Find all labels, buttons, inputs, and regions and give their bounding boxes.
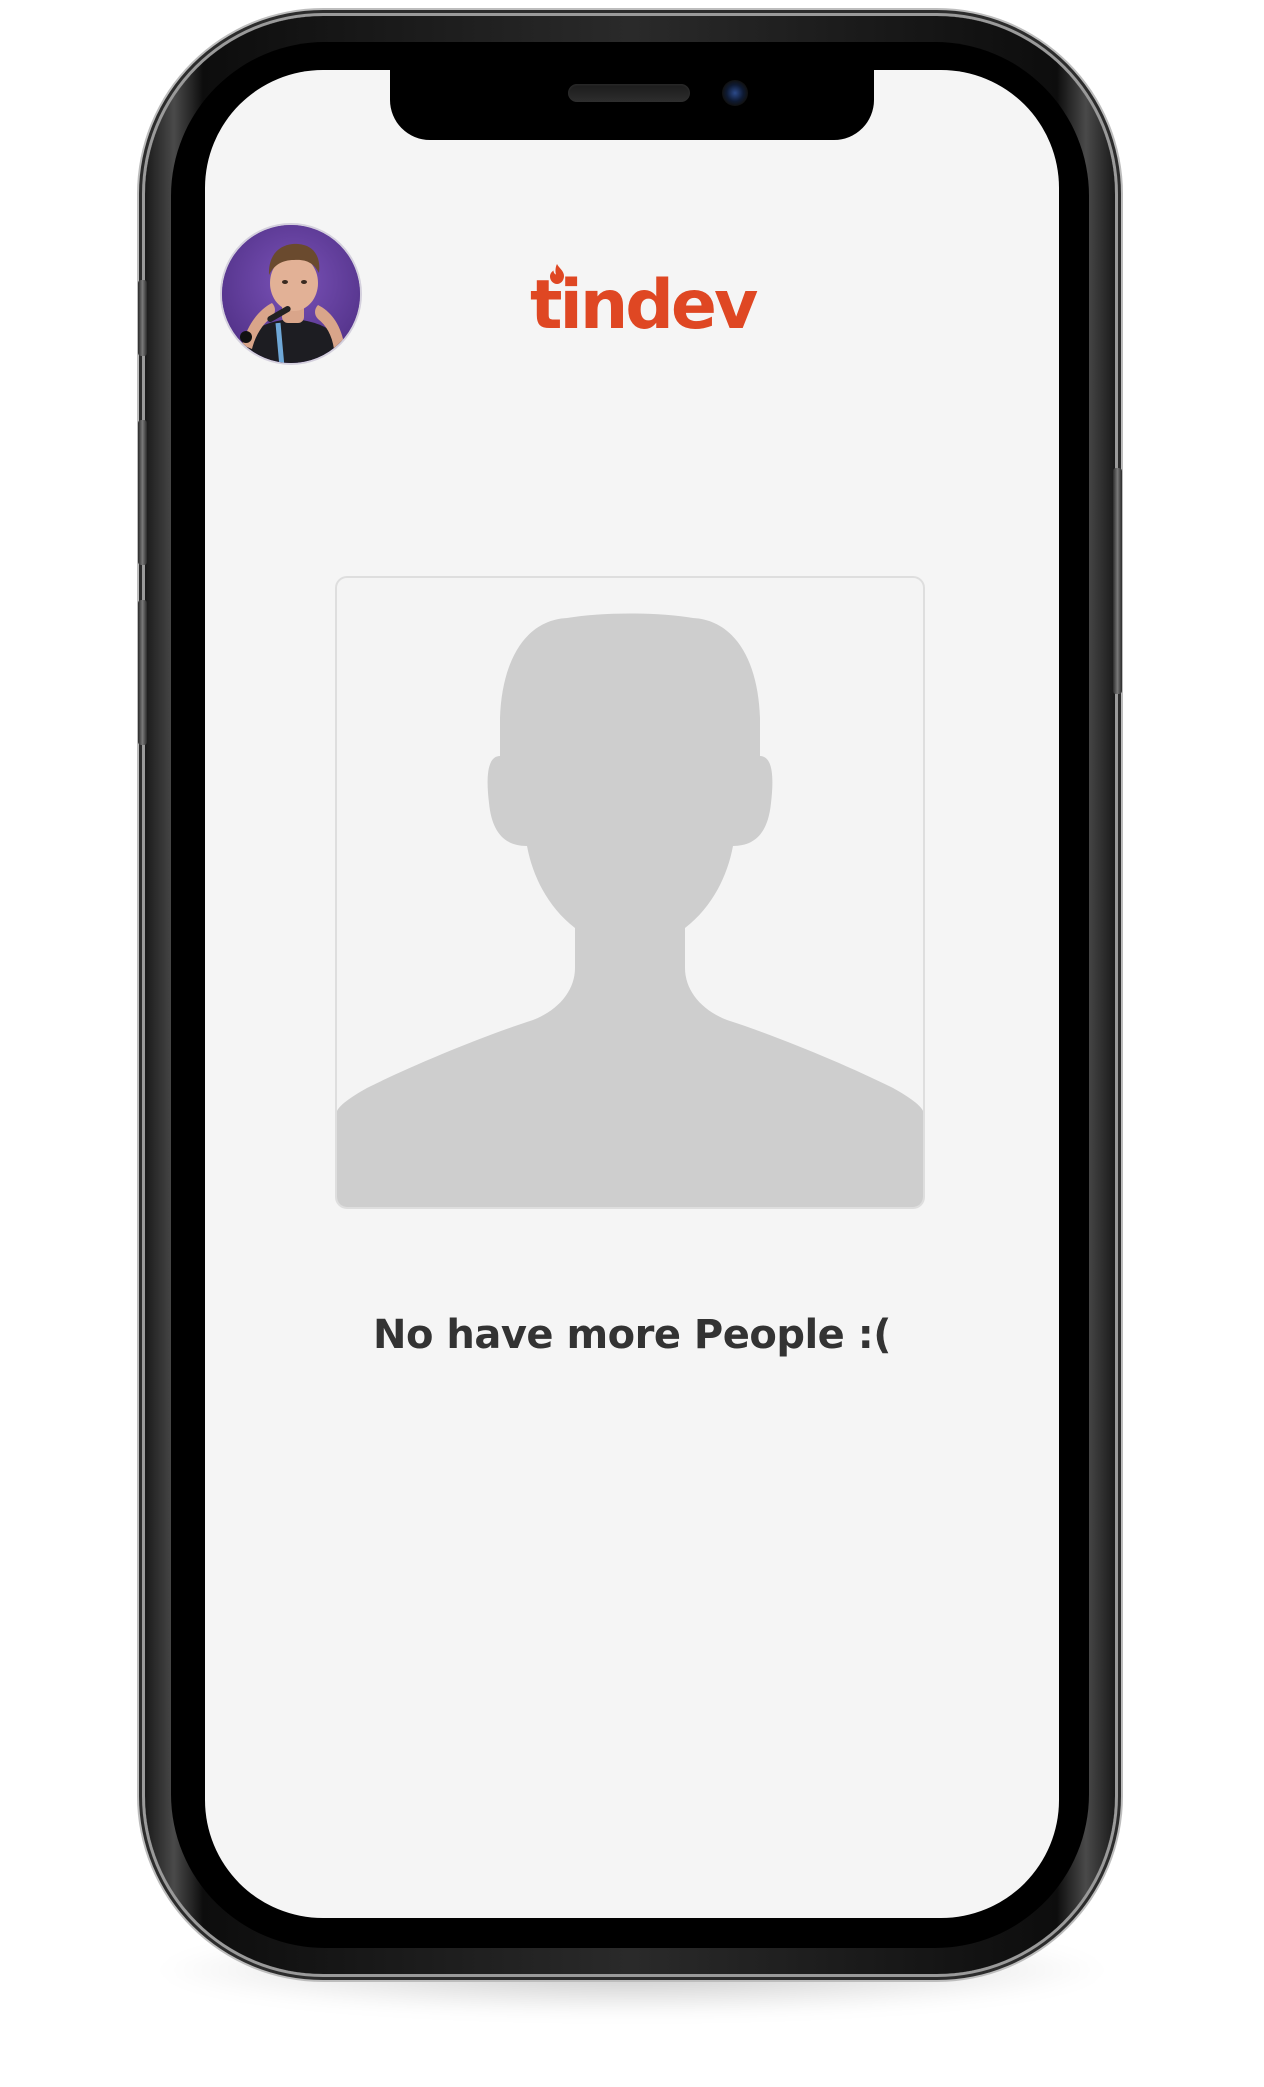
volume-down-button	[138, 600, 147, 745]
user-avatar[interactable]	[220, 223, 362, 365]
flame-icon	[550, 264, 564, 284]
avatar-image	[222, 225, 360, 363]
person-silhouette-icon	[337, 613, 923, 1207]
notch	[390, 70, 874, 140]
front-camera	[722, 80, 748, 106]
profile-card[interactable]	[335, 576, 925, 1209]
power-button	[1113, 468, 1122, 694]
app-screen: tindev No have more People :(	[205, 70, 1059, 1918]
speaker-grille	[568, 84, 690, 102]
volume-up-button	[138, 420, 147, 565]
mute-switch	[138, 280, 147, 356]
empty-state-message: No have more People :(	[372, 1312, 892, 1358]
